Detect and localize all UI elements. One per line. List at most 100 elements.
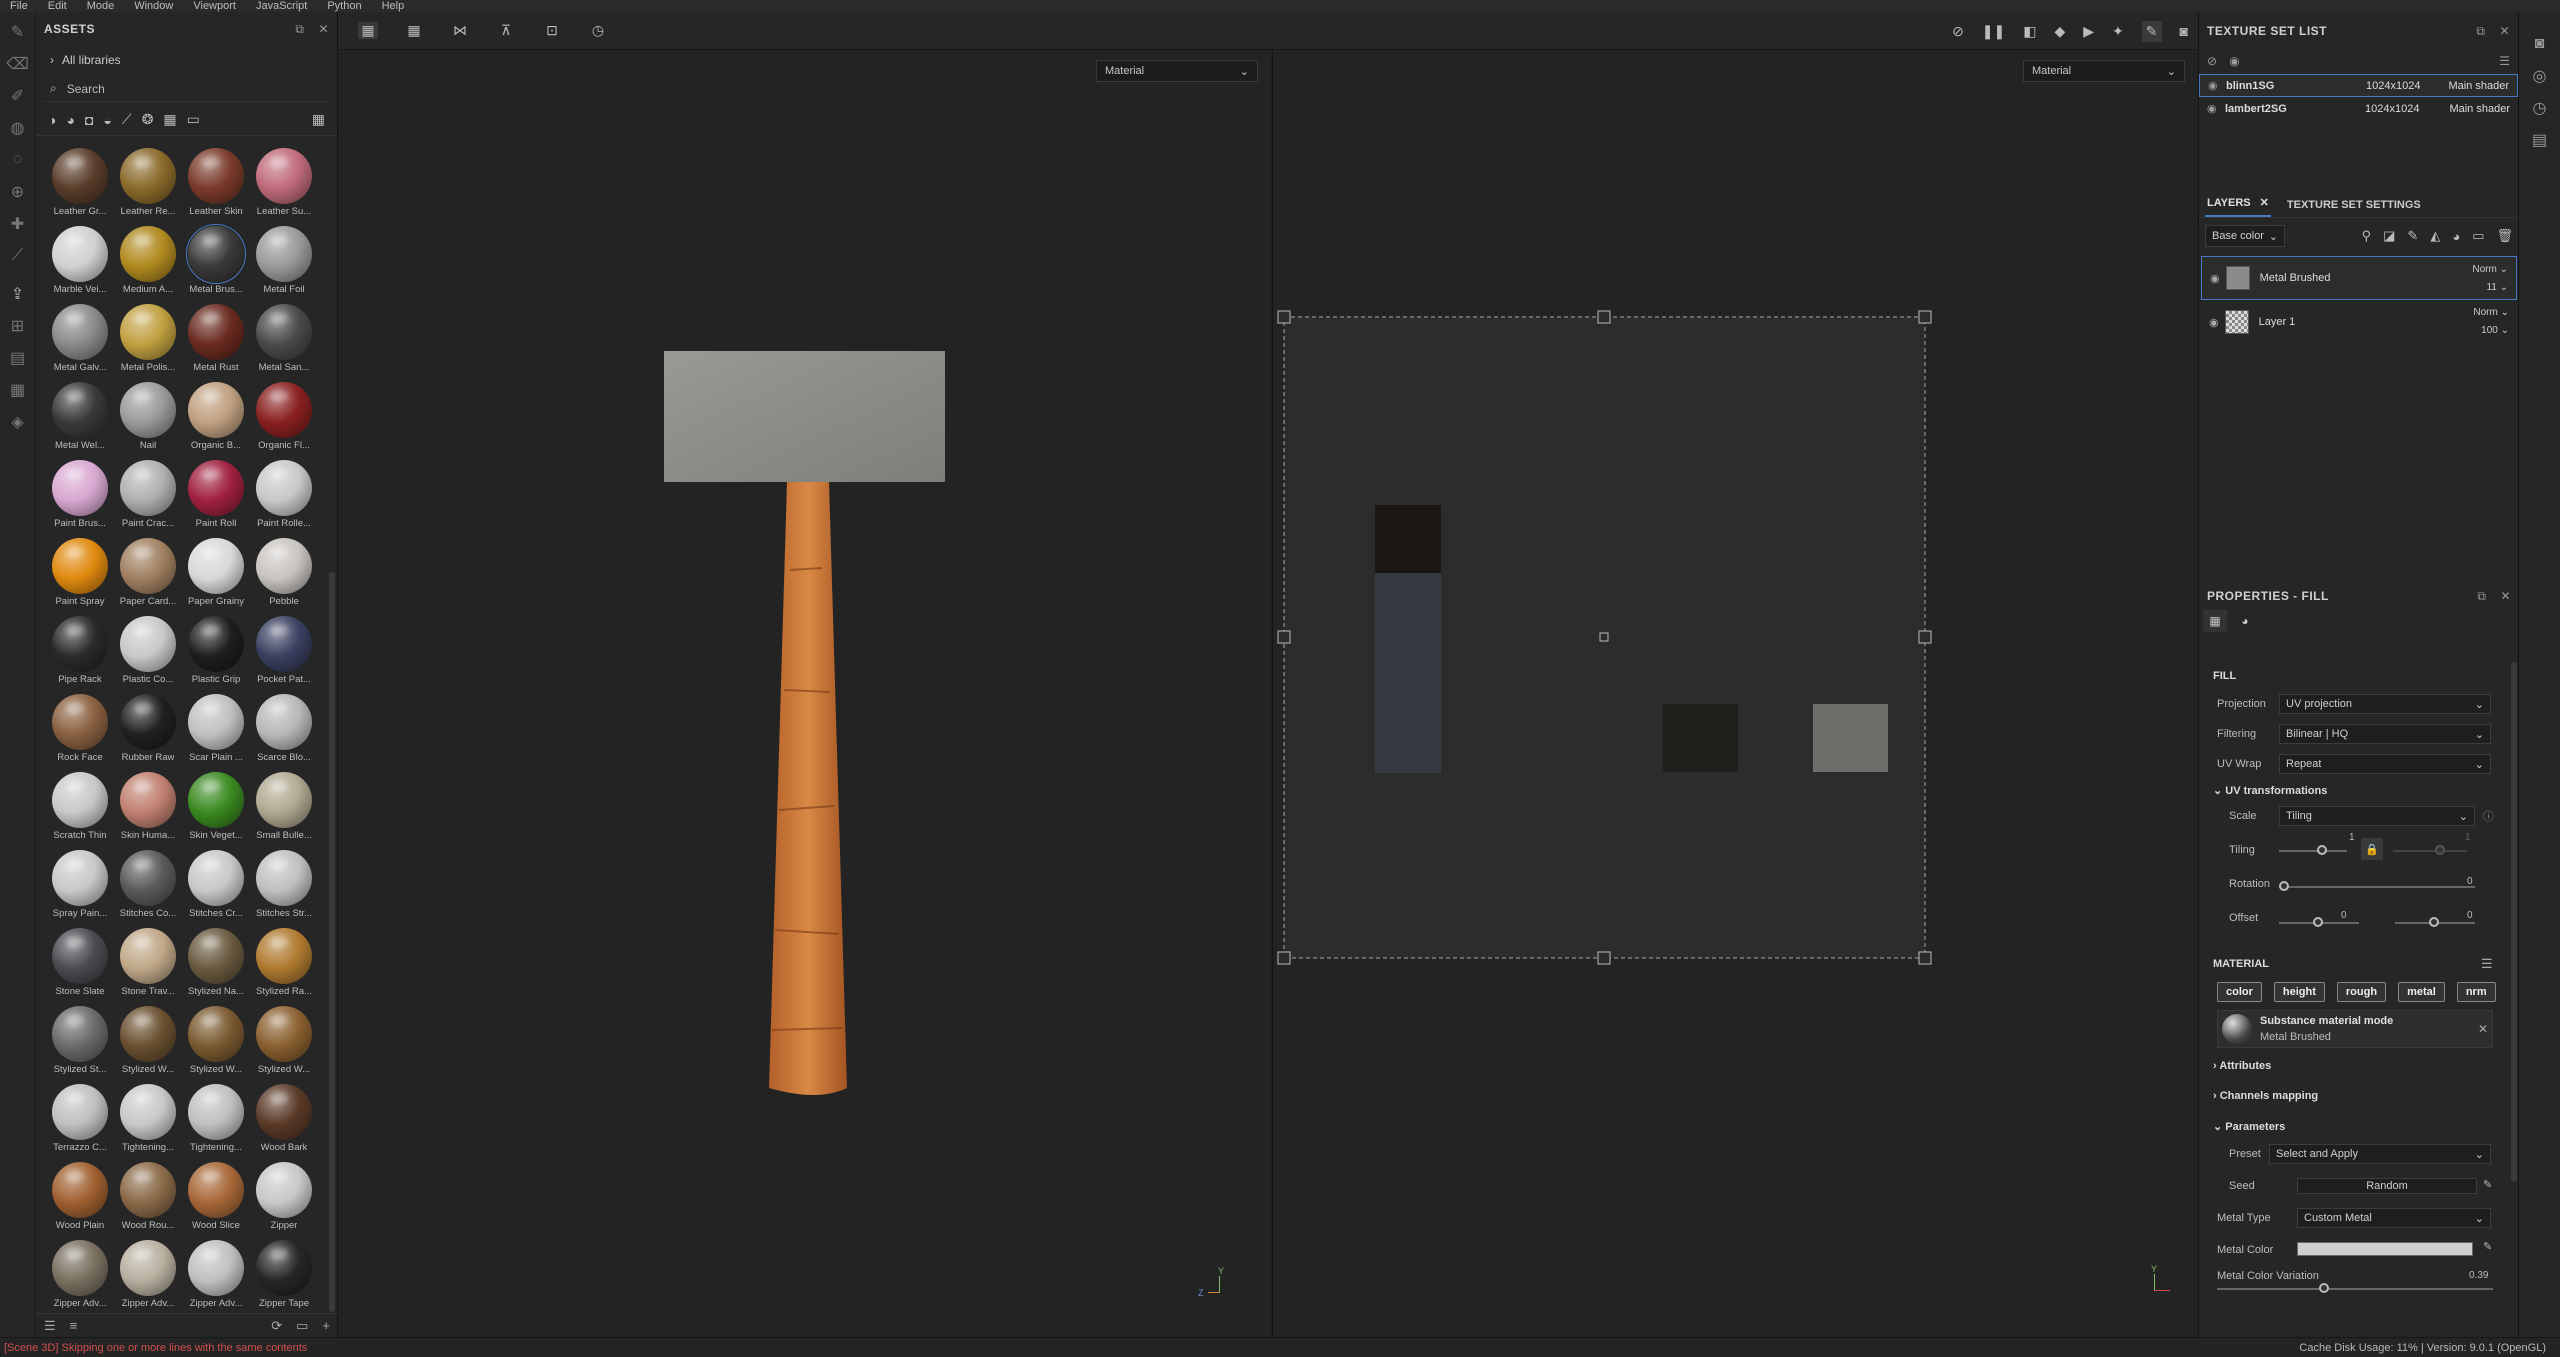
- uvwrap-dropdown[interactable]: Repeat ⌄: [2279, 754, 2491, 774]
- eyedropper-icon[interactable]: ✎: [2483, 1240, 2492, 1253]
- asset-item[interactable]: Spray Pain...: [46, 846, 114, 924]
- history-icon[interactable]: ◷: [588, 22, 608, 39]
- bake-icon[interactable]: ⊞: [6, 314, 30, 338]
- asset-item[interactable]: Stylized St...: [46, 1002, 114, 1080]
- masks-filter-icon[interactable]: ◘: [85, 112, 93, 128]
- list-settings-icon[interactable]: ≡: [70, 1318, 78, 1333]
- seed-random-button[interactable]: Random: [2297, 1178, 2477, 1194]
- asset-item[interactable]: Stone Slate: [46, 924, 114, 1002]
- asset-item[interactable]: Medium A...: [114, 222, 182, 300]
- preset-dropdown[interactable]: Select and Apply ⌄: [2269, 1144, 2491, 1164]
- parameters-toggle[interactable]: ⌄ Parameters: [2213, 1120, 2285, 1133]
- tiling-slider-2[interactable]: [2393, 850, 2467, 852]
- asset-item[interactable]: Stylized W...: [114, 1002, 182, 1080]
- float-icon[interactable]: ⧉: [295, 22, 304, 37]
- eye-icon[interactable]: ◉: [2208, 79, 2226, 92]
- eye-icon[interactable]: ◉: [2207, 102, 2225, 115]
- asset-search[interactable]: ⌕ Search: [44, 76, 329, 102]
- channel-chip-color[interactable]: color: [2217, 982, 2262, 1002]
- close-icon[interactable]: ✕: [2500, 589, 2511, 604]
- menu-help[interactable]: Help: [372, 0, 415, 12]
- texture-set-icon[interactable]: ◙: [2528, 32, 2552, 56]
- asset-item[interactable]: Metal Brus...: [182, 222, 250, 300]
- texture-set-row[interactable]: ◉ lambert2SG 1024x1024 Main shader: [2199, 97, 2518, 120]
- asset-item[interactable]: Rubber Raw: [114, 690, 182, 768]
- asset-item[interactable]: Stitches Cr...: [182, 846, 250, 924]
- material-tab-icon[interactable]: ◕: [2233, 610, 2257, 632]
- fill-tab-icon[interactable]: ▦: [2203, 610, 2227, 632]
- delete-layer-icon[interactable]: 🗑: [2496, 228, 2513, 244]
- environments-filter-icon[interactable]: ▭: [187, 111, 200, 128]
- asset-item[interactable]: Tightening...: [114, 1080, 182, 1158]
- assets-scrollbar[interactable]: [329, 572, 335, 1312]
- close-icon[interactable]: ✕: [318, 22, 329, 37]
- add-folder-icon[interactable]: ▭: [2472, 228, 2484, 244]
- lock-icon[interactable]: 🔒: [2361, 838, 2383, 860]
- eye-icon[interactable]: ◉: [2209, 316, 2219, 329]
- asset-item[interactable]: Leather Gr...: [46, 144, 114, 222]
- info-icon[interactable]: ⓘ: [2483, 808, 2494, 824]
- screenshot-icon[interactable]: ◙: [2180, 23, 2188, 39]
- asset-item[interactable]: Paper Grainy: [182, 534, 250, 612]
- show-all-icon[interactable]: ◉: [2229, 54, 2239, 68]
- paint-mode-icon[interactable]: ✎: [2141, 20, 2162, 42]
- tiling-slider-2-knob[interactable]: [2435, 845, 2445, 855]
- rotation-slider[interactable]: [2279, 886, 2475, 888]
- channel-chip-nrm[interactable]: nrm: [2456, 982, 2496, 1002]
- filtering-dropdown[interactable]: Bilinear | HQ ⌄: [2279, 724, 2491, 744]
- asset-item[interactable]: Zipper: [250, 1158, 318, 1236]
- camera-icon[interactable]: ▶: [2083, 23, 2094, 40]
- close-icon[interactable]: ✕: [2499, 24, 2510, 39]
- asset-item[interactable]: Wood Bark: [250, 1080, 318, 1158]
- material-menu-icon[interactable]: ☰: [2481, 956, 2493, 972]
- add-mask-icon[interactable]: ◪: [2383, 228, 2395, 244]
- offset-x-slider-knob[interactable]: [2313, 917, 2323, 927]
- asset-item[interactable]: Paper Card...: [114, 534, 182, 612]
- edit-icon[interactable]: ✎: [2483, 1178, 2492, 1191]
- projection-dropdown[interactable]: UV projection ⌄: [2279, 694, 2491, 714]
- iray-icon[interactable]: ✦: [2112, 23, 2124, 40]
- display-settings-icon[interactable]: ◎: [2528, 64, 2552, 88]
- projection-icon[interactable]: ✐: [6, 84, 30, 108]
- menu-edit[interactable]: Edit: [38, 0, 77, 12]
- layer-row[interactable]: ◉ Metal Brushed Norm ⌄ 11 ⌄: [2201, 256, 2517, 300]
- display-mode-icon[interactable]: ◧: [2023, 23, 2036, 40]
- metal-color-variation-slider[interactable]: [2217, 1288, 2493, 1290]
- frame-icon[interactable]: ⊡: [542, 22, 562, 39]
- float-icon[interactable]: ⧉: [2476, 24, 2485, 39]
- asset-item[interactable]: Marble Vei...: [46, 222, 114, 300]
- layer-row[interactable]: ◉ Layer 1 Norm ⌄ 100 ⌄: [2201, 300, 2517, 344]
- asset-item[interactable]: Paint Spray: [46, 534, 114, 612]
- color-picker-icon[interactable]: ⟋: [6, 244, 30, 268]
- asset-item[interactable]: Skin Veget...: [182, 768, 250, 846]
- eraser-icon[interactable]: ⌫: [6, 52, 30, 76]
- eye-icon[interactable]: ◉: [2210, 272, 2220, 285]
- cube-icon[interactable]: ◆: [2055, 23, 2066, 40]
- rotation-slider-knob[interactable]: [2279, 881, 2289, 891]
- asset-item[interactable]: Metal Polis...: [114, 300, 182, 378]
- brushes-filter-icon[interactable]: ⟋: [122, 111, 132, 128]
- split-view-icon[interactable]: ▦: [404, 22, 424, 39]
- filter-settings-icon[interactable]: ☰: [44, 1318, 56, 1334]
- asset-item[interactable]: Stitches Str...: [250, 846, 318, 924]
- tiling-slider[interactable]: [2279, 850, 2347, 852]
- add-fill-layer-icon[interactable]: ◭: [2430, 228, 2440, 244]
- asset-item[interactable]: Stylized W...: [182, 1002, 250, 1080]
- asset-item[interactable]: Pocket Pat...: [250, 612, 318, 690]
- menu-mode[interactable]: Mode: [77, 0, 125, 12]
- refresh-icon[interactable]: ⟳: [271, 1318, 282, 1334]
- channel-dropdown[interactable]: Base color ⌄: [2205, 225, 2285, 247]
- layer-blend-mode[interactable]: Norm: [2473, 307, 2497, 318]
- menu-window[interactable]: Window: [124, 0, 183, 12]
- asset-item[interactable]: Metal Rust: [182, 300, 250, 378]
- asset-item[interactable]: Paint Rolle...: [250, 456, 318, 534]
- viewport-2d[interactable]: Material ⌄ Y: [1272, 50, 2198, 1337]
- document-icon[interactable]: ▦: [6, 378, 30, 402]
- asset-item[interactable]: Terrazzo C...: [46, 1080, 114, 1158]
- asset-item[interactable]: Wood Slice: [182, 1158, 250, 1236]
- asset-item[interactable]: Leather Re...: [114, 144, 182, 222]
- close-icon[interactable]: ✕: [2478, 1022, 2488, 1036]
- menu-viewport[interactable]: Viewport: [183, 0, 246, 12]
- asset-item[interactable]: Leather Skin: [182, 144, 250, 222]
- smart-masks-filter-icon[interactable]: ◒: [103, 112, 111, 128]
